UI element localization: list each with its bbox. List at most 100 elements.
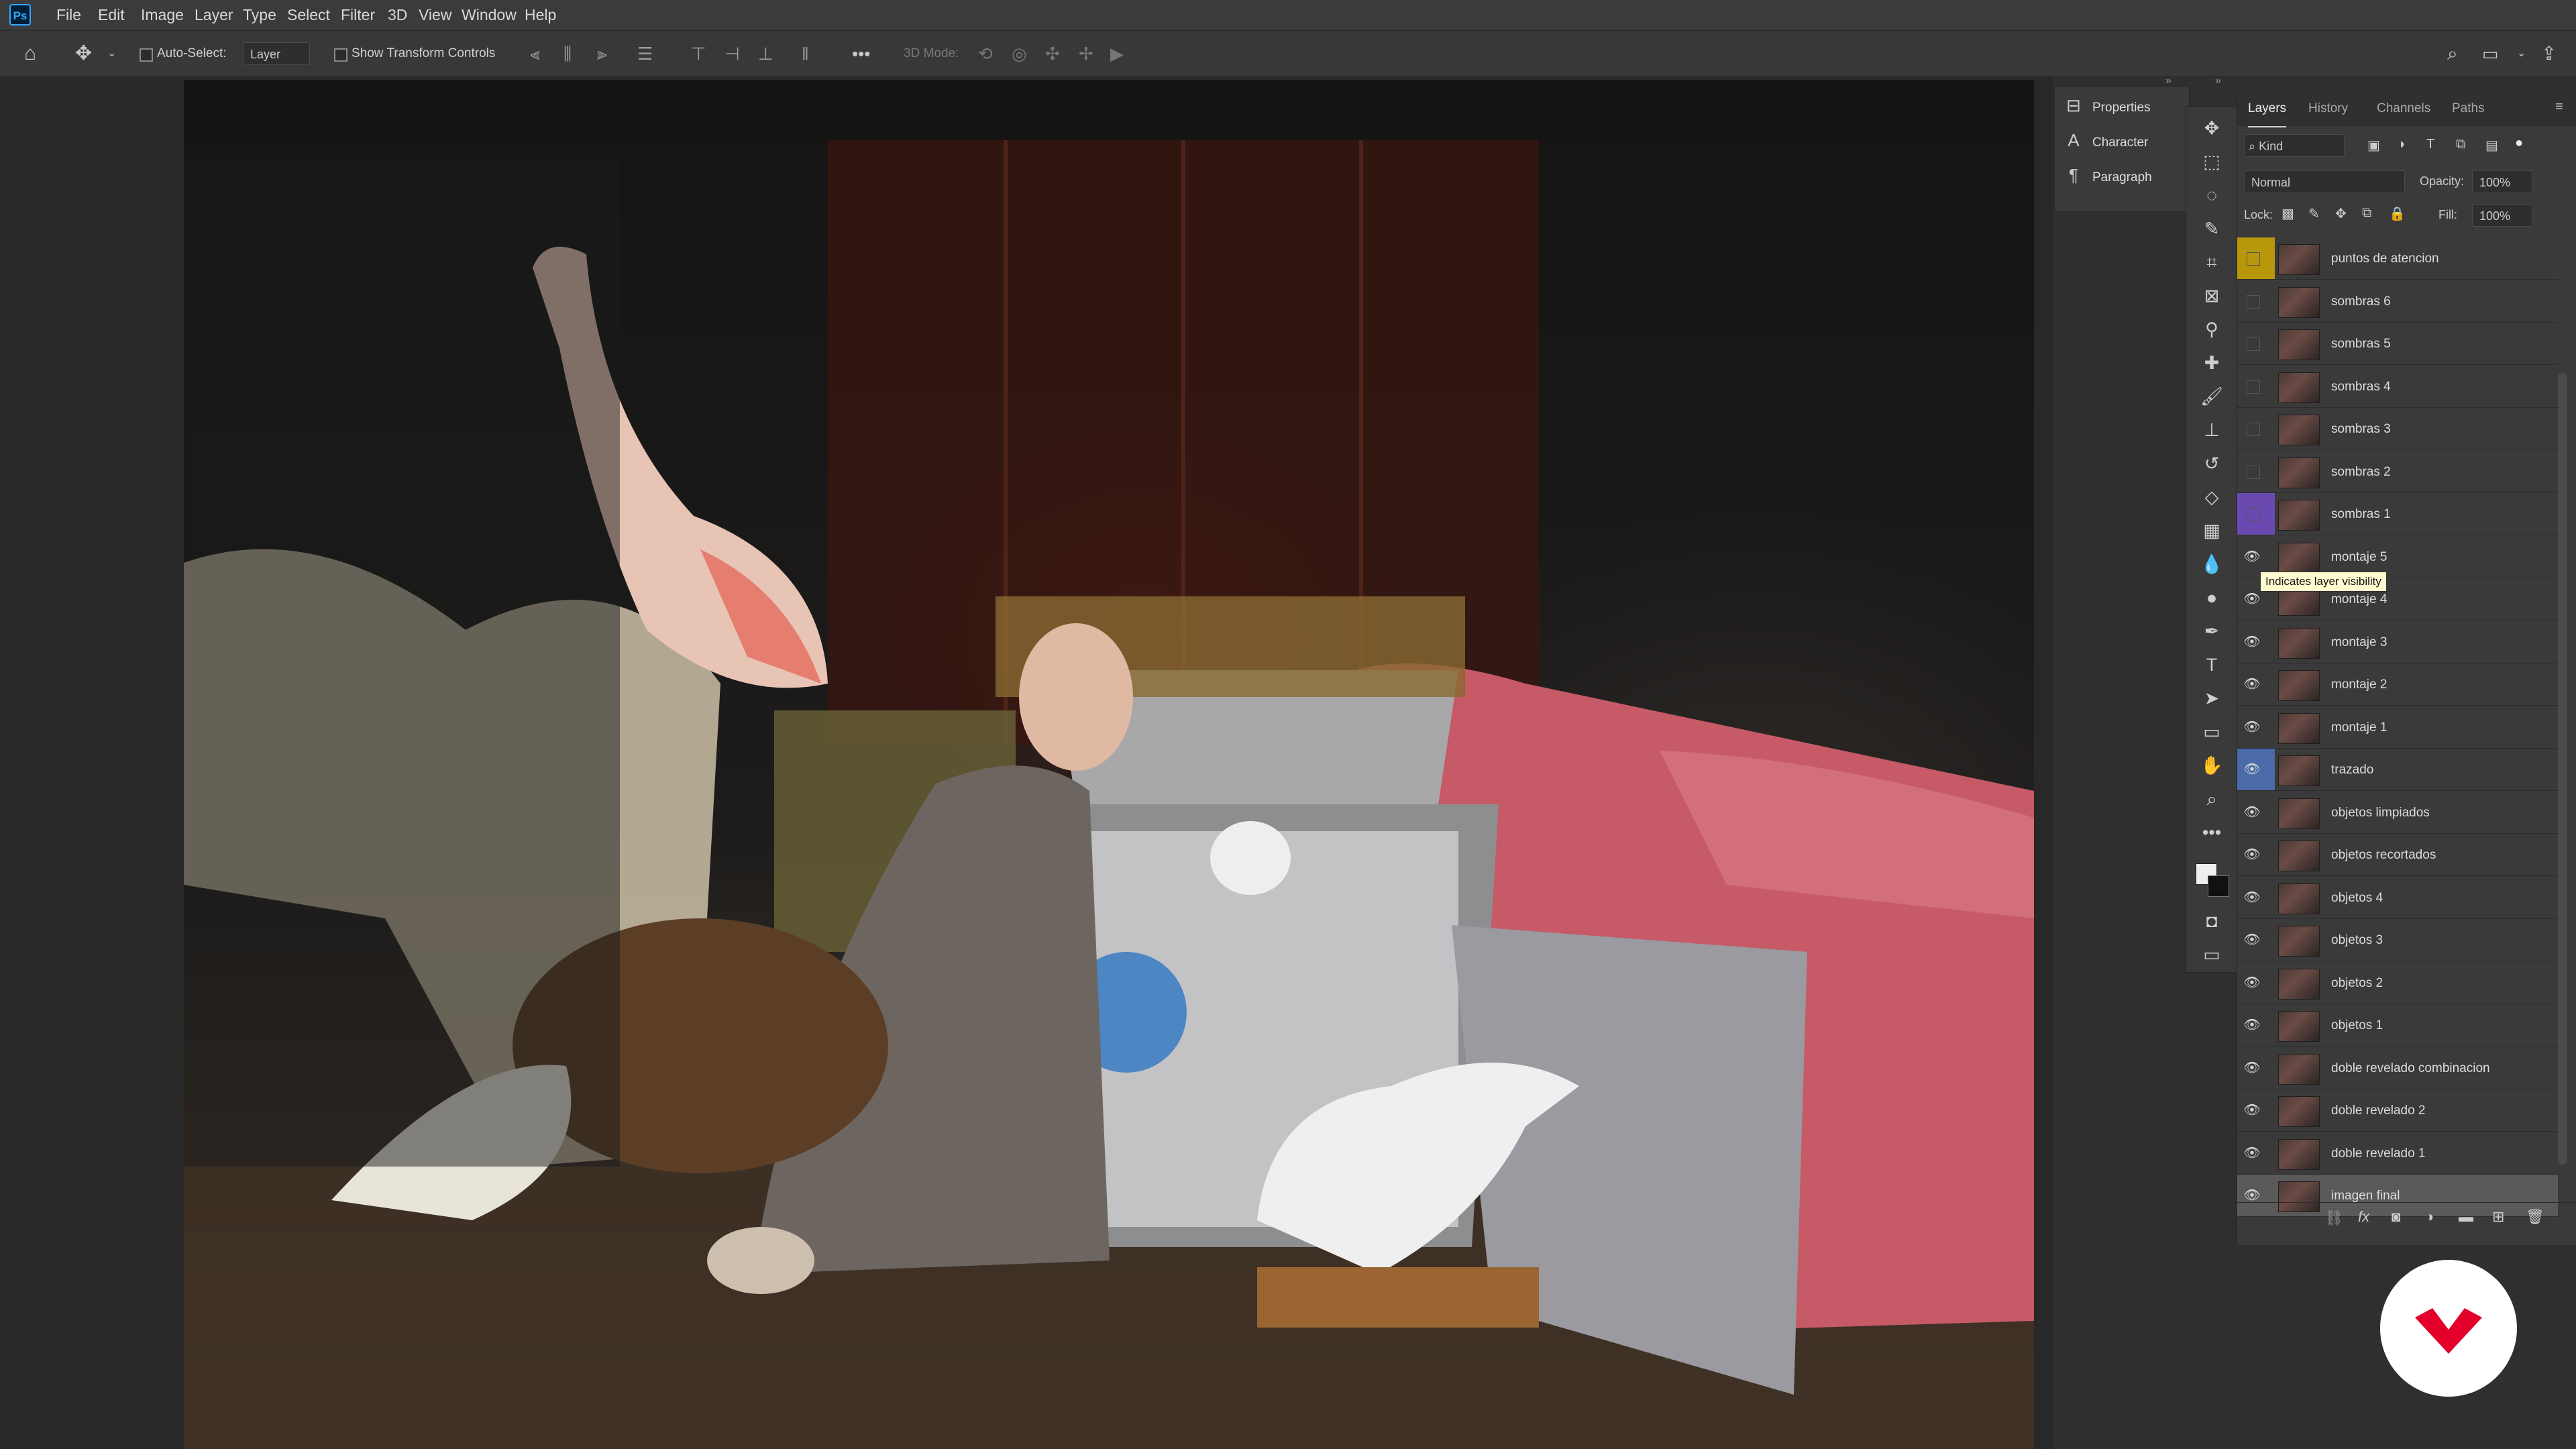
align-left-icon[interactable]: ⫷ (530, 31, 540, 76)
tab-layers[interactable]: Layers (2248, 91, 2287, 127)
distribute-vertical-icon[interactable]: ‖ (802, 31, 809, 76)
share-icon[interactable]: ⇪ (2541, 31, 2557, 76)
layer-row[interactable]: sombras 5 (2237, 323, 2558, 365)
type-tool-icon[interactable]: T (2186, 649, 2237, 681)
distribute-icon[interactable]: ☰ (637, 31, 653, 76)
paragraph-panel-button[interactable]: ¶ Paragraph (2055, 158, 2189, 193)
align-middle-icon[interactable]: ⊣ (724, 31, 740, 76)
path-selection-icon[interactable]: ➤ (2186, 682, 2237, 714)
workspace-chevron-icon[interactable]: ⌄ (2517, 31, 2526, 76)
eye-icon[interactable]: 👁 (2243, 1101, 2261, 1120)
menu-filter[interactable]: Filter (331, 0, 384, 30)
visibility-toggle[interactable] (2247, 508, 2260, 521)
eye-icon[interactable]: 👁 (2243, 845, 2261, 864)
align-center-icon[interactable]: ⫼ (564, 31, 572, 76)
gradient-tool-icon[interactable]: ▦ (2186, 515, 2237, 547)
show-transform-checkbox[interactable] (334, 48, 347, 62)
background-color-swatch[interactable] (2208, 875, 2229, 897)
eye-icon[interactable]: 👁 (2243, 803, 2261, 822)
opacity-input[interactable]: 100% (2472, 170, 2532, 193)
layer-row[interactable]: 👁 objetos 3 (2237, 919, 2558, 961)
eye-icon[interactable]: 👁 (2243, 633, 2261, 651)
history-brush-icon[interactable]: ↺ (2186, 447, 2237, 480)
eye-icon[interactable]: 👁 (2243, 718, 2261, 737)
filter-type-icon[interactable]: T (2426, 137, 2434, 152)
new-layer-icon[interactable]: ⊞ (2492, 1208, 2504, 1226)
eye-icon[interactable]: 👁 (2243, 973, 2261, 992)
align-right-icon[interactable]: ⫸ (597, 31, 607, 76)
fx-icon[interactable]: fx (2358, 1208, 2369, 1226)
align-top-icon[interactable]: ⊤ (691, 31, 706, 76)
filter-adjustment-icon[interactable]: ◑ (2397, 137, 2405, 152)
menu-help[interactable]: Help (515, 0, 566, 30)
tab-history[interactable]: History (2308, 91, 2348, 126)
layer-row[interactable]: 👁 trazado (2237, 749, 2558, 791)
delete-layer-icon[interactable]: 🗑 (2526, 1208, 2544, 1226)
move-tool-icon[interactable]: ✥ (2186, 112, 2237, 144)
link-layers-icon[interactable]: ⛓ (2324, 1210, 2343, 1227)
eye-icon[interactable]: 👁 (2243, 930, 2261, 949)
layer-row[interactable]: 👁 montaje 2 (2237, 663, 2558, 706)
filter-toggle-icon[interactable]: ● (2515, 136, 2523, 151)
layer-row[interactable]: sombras 1 (2237, 493, 2558, 535)
lock-transparent-icon[interactable]: ▩ (2282, 205, 2294, 222)
lasso-tool-icon[interactable]: ◌ (2186, 179, 2237, 211)
rectangle-tool-icon[interactable]: ▭ (2186, 716, 2237, 748)
3d-roll-icon[interactable]: ◎ (1012, 31, 1027, 76)
lock-all-icon[interactable]: 🔒 (2389, 205, 2406, 222)
eye-icon[interactable]: 👁 (2243, 1059, 2261, 1077)
layer-row[interactable]: puntos de atencion (2237, 237, 2558, 280)
eyedropper-icon[interactable]: ⚲ (2186, 313, 2237, 345)
layer-row[interactable]: 👁 objetos limpiados (2237, 792, 2558, 834)
auto-select-checkbox[interactable] (140, 48, 153, 62)
layer-row[interactable]: 👁 objetos 4 (2237, 877, 2558, 919)
layer-row[interactable]: 👁 montaje 1 (2237, 706, 2558, 749)
menu-edit[interactable]: Edit (89, 0, 134, 30)
home-icon[interactable]: ⌂ (24, 31, 36, 76)
layer-row[interactable]: sombras 2 (2237, 451, 2558, 493)
quick-mask-icon[interactable]: ◘ (2186, 905, 2237, 937)
layer-row[interactable]: 👁 doble revelado combinacion (2237, 1047, 2558, 1089)
character-panel-button[interactable]: A Character (2055, 123, 2189, 158)
visibility-toggle[interactable] (2247, 294, 2260, 309)
menu-image[interactable]: Image (131, 0, 193, 30)
visibility-toggle[interactable] (2247, 337, 2260, 351)
3d-orbit-icon[interactable]: ⟲ (978, 31, 993, 76)
tab-channels[interactable]: Channels (2377, 91, 2430, 126)
3d-camera-icon[interactable]: ▶ (1110, 31, 1124, 76)
layer-row[interactable]: 👁 objetos 1 (2237, 1004, 2558, 1046)
tab-paths[interactable]: Paths (2452, 91, 2485, 126)
more-options-icon[interactable]: ••• (852, 31, 870, 76)
eye-icon[interactable]: 👁 (2243, 547, 2261, 566)
filter-kind-dropdown[interactable]: ⌕ Kind (2244, 134, 2345, 157)
chevron-down-icon[interactable]: ⌄ (107, 31, 116, 76)
quick-selection-icon[interactable]: ✎ (2186, 213, 2237, 245)
new-group-icon[interactable]: ▬ (2459, 1208, 2473, 1226)
layer-row[interactable]: 👁 objetos recortados (2237, 834, 2558, 876)
fill-input[interactable]: 100% (2472, 204, 2532, 227)
filter-smart-object-icon[interactable]: ▤ (2485, 137, 2498, 154)
panel-menu-icon[interactable]: ≡ (2555, 99, 2563, 115)
layer-row[interactable]: sombras 4 (2237, 366, 2558, 408)
visibility-toggle[interactable] (2247, 380, 2260, 394)
blur-tool-icon[interactable]: 💧 (2186, 548, 2237, 580)
adjustment-layer-icon[interactable]: ◑ (2425, 1208, 2434, 1226)
layer-list-scrollbar[interactable] (2558, 373, 2567, 1165)
3d-slide-icon[interactable]: ✢ (1079, 31, 1093, 76)
visibility-toggle[interactable] (2247, 465, 2260, 479)
visibility-toggle[interactable] (2247, 252, 2260, 266)
properties-panel-button[interactable]: ⊟ Properties (2055, 88, 2189, 123)
eye-icon[interactable]: 👁 (2243, 888, 2261, 907)
layer-row[interactable]: 👁 objetos 2 (2237, 962, 2558, 1004)
lock-artboard-icon[interactable]: ⧉ (2362, 205, 2371, 221)
3d-pan-icon[interactable]: ✣ (1045, 31, 1060, 76)
dodge-tool-icon[interactable]: ● (2186, 582, 2237, 614)
align-bottom-icon[interactable]: ⊥ (758, 31, 773, 76)
menu-file[interactable]: File (47, 0, 91, 30)
visibility-toggle[interactable] (2247, 423, 2260, 436)
layer-row[interactable]: 👁 montaje 3 (2237, 621, 2558, 663)
pen-tool-icon[interactable]: ✒ (2186, 615, 2237, 647)
collapse-dock-icon[interactable]: » (2215, 75, 2221, 87)
crop-tool-icon[interactable]: ⌗ (2186, 246, 2237, 278)
layer-row[interactable]: 👁 doble revelado 1 (2237, 1132, 2558, 1175)
